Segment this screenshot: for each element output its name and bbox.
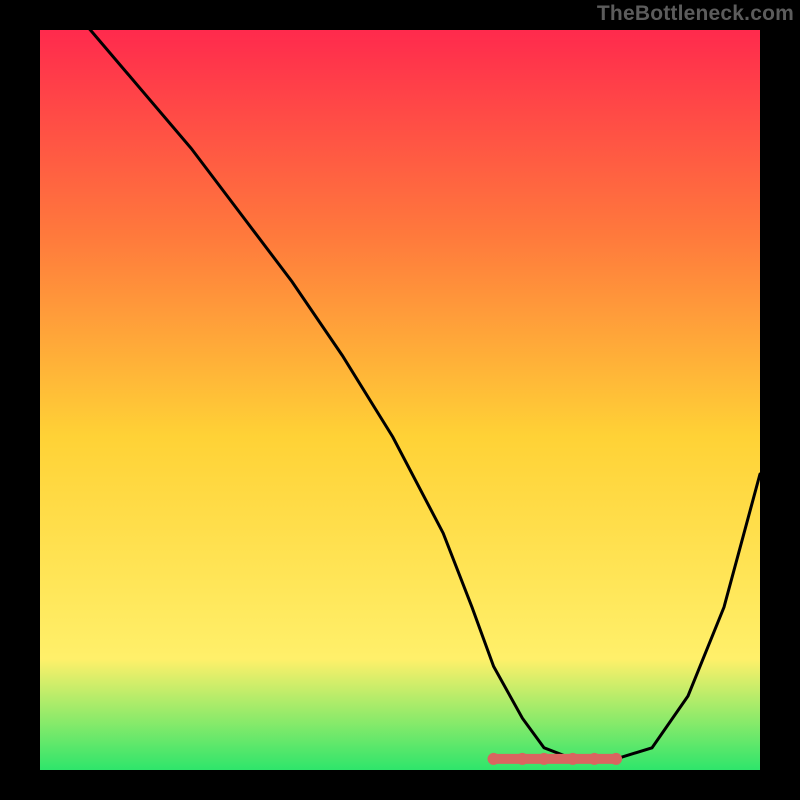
flat-marker-dot bbox=[488, 753, 500, 765]
gradient-backdrop bbox=[40, 30, 760, 770]
chart-plot-area bbox=[40, 30, 760, 770]
flat-marker-bar bbox=[488, 754, 622, 764]
chart-frame: TheBottleneck.com bbox=[0, 0, 800, 800]
flat-marker-dot bbox=[567, 753, 579, 765]
chart-svg bbox=[40, 30, 760, 770]
flat-marker-dot bbox=[538, 753, 550, 765]
credit-label: TheBottleneck.com bbox=[597, 2, 794, 26]
flat-marker-dot bbox=[610, 753, 622, 765]
flat-marker-group bbox=[488, 753, 622, 765]
flat-marker-dot bbox=[516, 753, 528, 765]
flat-marker-dot bbox=[588, 753, 600, 765]
